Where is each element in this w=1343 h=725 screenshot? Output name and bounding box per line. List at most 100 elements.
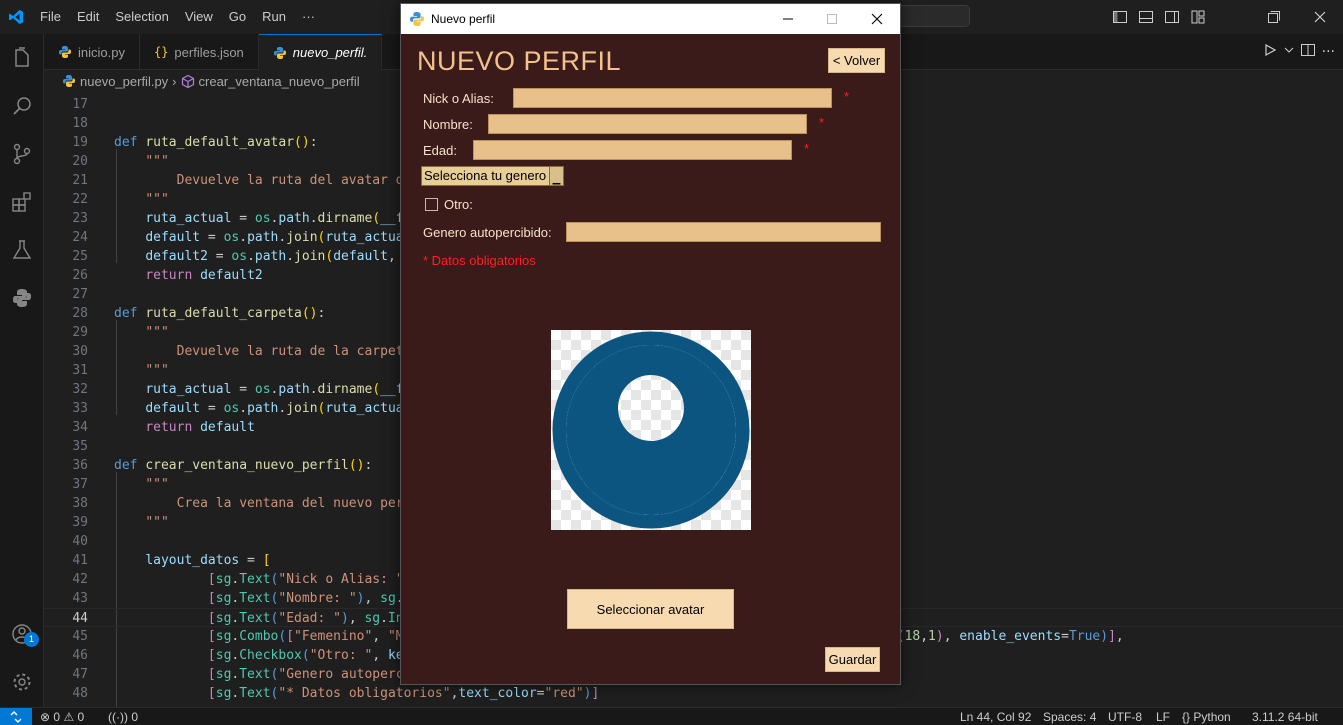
menu-edit[interactable]: Edit	[69, 0, 107, 34]
remote-indicator[interactable]	[0, 708, 32, 725]
tab-inicio[interactable]: inicio.py	[44, 34, 140, 70]
breadcrumb-file[interactable]: nuevo_perfil.py	[80, 74, 168, 89]
remote-icon	[10, 711, 22, 723]
source-control-icon[interactable]	[6, 138, 38, 170]
accounts-badge: 1	[24, 632, 39, 647]
breadcrumb-symbol[interactable]: crear_ventana_nuevo_perfil	[199, 74, 360, 89]
line-code: [sg.Checkbox("Otro: ", ke	[207, 648, 404, 663]
line-number: 27	[72, 287, 88, 302]
menu-view[interactable]: View	[177, 0, 221, 34]
code-line[interactable]: 48 [sg.Text("* Datos obligatorios",text_…	[44, 684, 1343, 703]
otro-label: Otro:	[444, 197, 473, 212]
manage-gear-icon[interactable]	[6, 666, 38, 698]
cursor-position[interactable]: Ln 44, Col 92	[960, 708, 1031, 725]
close-icon[interactable]	[854, 4, 900, 34]
popup-title-bar[interactable]: Nuevo perfil	[401, 4, 900, 34]
line-number: 47	[72, 667, 88, 682]
menu-file[interactable]: File	[32, 0, 69, 34]
line-code: return default	[145, 420, 255, 435]
toggle-panel-icon[interactable]	[1133, 0, 1159, 34]
toggle-secondary-sidebar-icon[interactable]	[1159, 0, 1185, 34]
line-number: 37	[72, 477, 88, 492]
split-editor-icon[interactable]	[1300, 42, 1316, 62]
chevron-down-icon[interactable]	[1284, 42, 1294, 62]
ports-count: 0	[131, 710, 139, 724]
menu-go[interactable]: Go	[221, 0, 254, 34]
select-avatar-button[interactable]: Seleccionar avatar	[567, 589, 734, 629]
line-number: 48	[72, 686, 88, 701]
customize-layout-icon[interactable]	[1185, 0, 1211, 34]
line-code: def crear_ventana_nuevo_perfil():	[114, 458, 373, 473]
vscode-restore-icon[interactable]	[1251, 0, 1297, 34]
testing-icon[interactable]	[6, 234, 38, 266]
search-icon[interactable]	[6, 90, 38, 122]
back-button[interactable]: < Volver	[828, 48, 885, 73]
line-number: 46	[72, 648, 88, 663]
dropdown-arrow-icon[interactable]: ▁	[549, 167, 563, 185]
line-code: """	[145, 154, 169, 169]
nombre-input[interactable]	[488, 114, 807, 134]
command-center[interactable]	[890, 5, 970, 27]
indentation[interactable]: Spaces: 4	[1043, 708, 1096, 725]
tab-nuevo-perfil[interactable]: nuevo_perfil.	[258, 34, 383, 70]
line-code: return default2	[145, 268, 263, 283]
line-code: [sg.Text("Edad: "), sg.In	[207, 611, 404, 626]
menu-bar: File Edit Selection View Go Run ···	[32, 0, 323, 34]
run-icon[interactable]	[1262, 42, 1278, 62]
extensions-icon[interactable]	[6, 186, 38, 218]
line-number: 41	[72, 553, 88, 568]
line-number: 39	[72, 515, 88, 530]
otro-checkbox[interactable]	[425, 198, 438, 211]
encoding[interactable]: UTF-8	[1108, 708, 1142, 725]
end-of-line[interactable]: LF	[1156, 708, 1170, 725]
line-number: 34	[72, 420, 88, 435]
line-code: """	[145, 325, 169, 340]
line-code: """	[145, 192, 169, 207]
more-actions-icon[interactable]: ···	[1322, 44, 1335, 60]
line-code: ruta_actual = os.path.dirname(__f	[145, 211, 404, 226]
line-code: def ruta_default_avatar():	[114, 135, 318, 150]
line-number: 32	[72, 382, 88, 397]
line-code: [sg.Text("Nick o Alias: "	[207, 572, 404, 587]
line-code: default2 = os.path.join(default,	[145, 249, 396, 264]
menu-selection[interactable]: Selection	[107, 0, 176, 34]
python-interpreter[interactable]: 3.11.2 64-bit	[1252, 708, 1318, 725]
genero-input[interactable]	[566, 222, 881, 242]
nick-input[interactable]	[513, 88, 832, 108]
required-star: *	[844, 89, 850, 104]
line-number: 19	[72, 135, 88, 150]
minimize-icon[interactable]	[765, 4, 811, 34]
line-code: """	[145, 515, 169, 530]
toggle-primary-sidebar-icon[interactable]	[1107, 0, 1133, 34]
activity-bar: 1	[0, 34, 44, 707]
maximize-icon[interactable]	[809, 4, 855, 34]
line-number: 40	[72, 534, 88, 549]
explorer-icon[interactable]	[6, 42, 38, 74]
json-icon: {}	[153, 45, 169, 59]
edad-input[interactable]	[473, 140, 792, 160]
menu-more[interactable]: ···	[294, 0, 323, 34]
line-number: 20	[72, 154, 88, 169]
line-code: layout_datos = [	[145, 553, 271, 568]
vscode-close-icon[interactable]	[1297, 0, 1343, 34]
edad-label: Edad:	[423, 143, 457, 158]
line-number: 36	[72, 458, 88, 473]
language-mode[interactable]: {} Python	[1182, 708, 1231, 725]
genero-combo[interactable]: Selecciona tu genero ▁	[421, 166, 564, 186]
warning-icon: ⚠	[63, 710, 75, 724]
menu-run[interactable]: Run	[254, 0, 294, 34]
line-code: default = os.path.join(ruta_actua	[145, 401, 404, 416]
status-bar: ⊗ 0 ⚠ 0 ((·)) 0 Ln 44, Col 92 Spaces: 4 …	[0, 707, 1343, 725]
nick-label: Nick o Alias:	[423, 91, 494, 106]
save-button[interactable]: Guardar	[825, 647, 880, 672]
tab-perfiles-json[interactable]: {} perfiles.json	[140, 34, 259, 70]
line-code: Devuelve la ruta de la carpet	[114, 344, 404, 359]
popup-body: NUEVO PERFIL < Volver Nick o Alias: * No…	[401, 34, 900, 684]
problems-indicator[interactable]: ⊗ 0 ⚠ 0	[40, 708, 84, 725]
tab-label: perfiles.json	[174, 44, 244, 60]
python-extension-icon[interactable]	[6, 282, 38, 314]
line-code: Devuelve la ruta del avatar d	[114, 173, 404, 188]
line-number: 44	[72, 611, 88, 626]
ports-indicator[interactable]: ((·)) 0	[108, 708, 138, 725]
genero-label: Genero autopercibido:	[423, 225, 552, 240]
